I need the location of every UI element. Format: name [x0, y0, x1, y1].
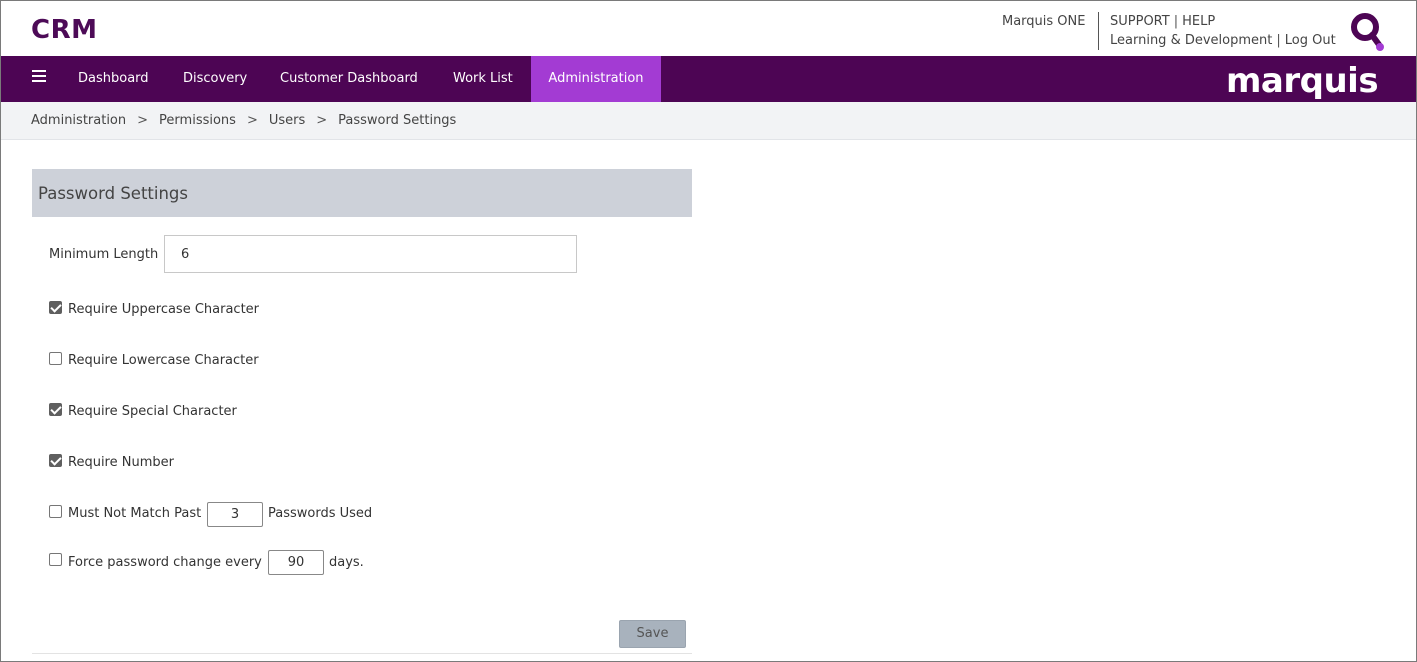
breadcrumb-separator: >	[246, 113, 258, 128]
past-passwords-label: Must Not Match Past	[68, 506, 202, 521]
require-lowercase-label: Require Lowercase Character	[68, 353, 259, 368]
require-lowercase-checkbox[interactable]	[49, 352, 62, 365]
require-number-label: Require Number	[68, 455, 174, 470]
panel-header: Password Settings	[32, 169, 692, 217]
panel-title: Password Settings	[38, 184, 188, 203]
panel-bottom-divider	[32, 653, 692, 654]
breadcrumb: Administration > Permissions > Users > Passwor…	[31, 113, 456, 128]
nav-discovery[interactable]: Discovery	[183, 56, 247, 102]
learning-development-link[interactable]: Learning & Development	[1110, 33, 1272, 48]
force-change-suffix: days.	[329, 555, 364, 570]
nav-dashboard[interactable]: Dashboard	[78, 56, 149, 102]
require-uppercase-label: Require Uppercase Character	[68, 302, 260, 317]
top-header: CRM Marquis ONE SUPPORT | HELP Learning & …	[1, 1, 1416, 56]
nav-work-list[interactable]: Work List	[453, 56, 513, 102]
min-length-label: Minimum Length	[49, 247, 159, 262]
hamburger-menu-icon[interactable]	[32, 70, 46, 84]
save-button[interactable]: Save	[619, 620, 686, 648]
breadcrumb-permissions[interactable]: Permissions	[159, 113, 236, 128]
link-separator: |	[1276, 33, 1281, 48]
nav-administration[interactable]: Administration	[531, 56, 661, 102]
breadcrumb-separator: >	[316, 113, 328, 128]
force-change-label: Force password change every	[68, 555, 262, 570]
require-number-checkbox[interactable]	[49, 454, 62, 467]
help-link[interactable]: HELP	[1182, 14, 1215, 29]
breadcrumb-separator: >	[137, 113, 149, 128]
past-passwords-input[interactable]	[207, 502, 263, 527]
link-separator: |	[1173, 14, 1179, 29]
require-uppercase-checkbox[interactable]	[49, 301, 62, 314]
force-change-days-input[interactable]	[268, 550, 324, 575]
app-title: CRM	[31, 15, 98, 45]
require-special-label: Require Special Character	[68, 404, 237, 419]
header-links-row2: Learning & Development | Log Out	[1110, 33, 1336, 48]
require-special-checkbox[interactable]	[49, 403, 62, 416]
support-link[interactable]: SUPPORT	[1110, 14, 1170, 29]
marquis-one-link[interactable]: Marquis ONE	[1002, 14, 1085, 29]
min-length-input[interactable]	[164, 235, 577, 273]
header-links-row1: SUPPORT | HELP	[1110, 14, 1215, 29]
force-change-checkbox[interactable]	[49, 553, 62, 566]
q-search-logo-icon[interactable]	[1350, 12, 1386, 54]
header-divider	[1098, 12, 1099, 50]
main-nav: Dashboard Discovery Customer Dashboard W…	[1, 56, 1416, 102]
breadcrumb-password-settings: Password Settings	[338, 113, 457, 128]
breadcrumb-administration[interactable]: Administration	[31, 113, 126, 128]
nav-customer-dashboard[interactable]: Customer Dashboard	[280, 56, 418, 102]
marquis-brand-logo: marquis	[1226, 61, 1379, 101]
logout-link[interactable]: Log Out	[1285, 33, 1336, 48]
breadcrumb-bar: Administration > Permissions > Users > Passwor…	[1, 102, 1416, 140]
past-passwords-suffix: Passwords Used	[268, 506, 373, 521]
past-passwords-checkbox[interactable]	[49, 505, 62, 518]
breadcrumb-users[interactable]: Users	[269, 113, 305, 128]
